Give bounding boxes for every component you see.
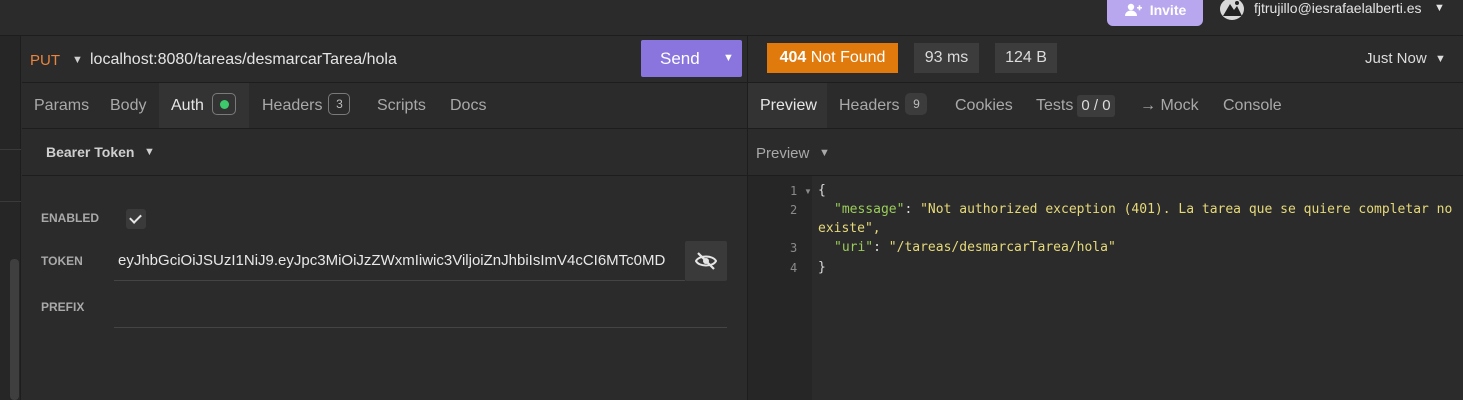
line-number: 2 (790, 203, 798, 217)
tab-response-headers[interactable]: Headers 9 (839, 83, 928, 128)
top-bar: Invite fjtrujillo@iesrafaelalberti.es ▼ (0, 0, 1463, 36)
url-bar: PUT ▼ localhost:8080/tareas/desmarcarTar… (22, 36, 747, 83)
tab-body[interactable]: Body (110, 83, 146, 128)
line-number: 1 (790, 184, 798, 198)
tests-badge: 0 / 0 (1077, 95, 1115, 117)
preview-mode-row: Preview ▼ (748, 129, 1463, 176)
tab-label: Console (1223, 97, 1282, 114)
tab-label: Params (34, 97, 90, 114)
code-line: } (818, 260, 826, 275)
response-status-bar: 404 Not Found 93 ms 124 B Just Now ▼ (748, 36, 1463, 83)
tab-label: Headers (839, 97, 900, 114)
url-input[interactable]: localhost:8080/tareas/desmarcarTarea/hol… (90, 51, 397, 69)
json-key: "message" (834, 202, 905, 217)
json-key: "uri" (834, 240, 874, 255)
preview-mode-selector[interactable]: Preview (756, 145, 809, 162)
enabled-label: ENABLED (41, 211, 100, 225)
auth-enabled-indicator (211, 93, 236, 115)
count-badge: 3 (328, 93, 351, 115)
send-label: Send (660, 49, 700, 68)
chevron-down-icon[interactable]: ▼ (1434, 2, 1445, 14)
chevron-down-icon[interactable]: ▼ (1435, 53, 1446, 65)
line-number: 3 (790, 241, 798, 255)
token-label: TOKEN (41, 254, 83, 268)
request-tabs: Params Body Auth Headers 3 Scripts Docs (22, 83, 747, 129)
chevron-down-icon[interactable]: ▼ (819, 147, 830, 159)
tab-params[interactable]: Params (34, 83, 89, 128)
fold-toggle-icon[interactable]: ▼ (804, 187, 812, 196)
auth-type-selector[interactable]: Bearer Token (46, 144, 134, 160)
json-value: "Not authorized exception (401). La tare… (920, 202, 1453, 217)
auth-type-row: Bearer Token ▼ (22, 129, 747, 176)
method-selector[interactable]: PUT (30, 52, 60, 69)
prefix-field[interactable] (114, 294, 727, 328)
tab-label: Headers (262, 97, 323, 114)
tab-console[interactable]: Console (1223, 83, 1282, 128)
sidebar-collapsed (0, 36, 21, 400)
tab-label: Scripts (377, 97, 426, 114)
tab-label: Auth (171, 97, 204, 114)
divider (0, 149, 21, 150)
json-value: "/tareas/desmarcarTarea/hola" (888, 240, 1116, 255)
status-text: Not Found (810, 49, 886, 66)
token-value: eyJhbGciOiJSUzI1NiJ9.eyJpc3MiOiJzZWxmIiw… (118, 252, 666, 269)
tab-docs[interactable]: Docs (450, 83, 486, 128)
divider (0, 201, 21, 202)
code-line: { (818, 183, 826, 198)
tab-label: Preview (760, 97, 817, 114)
line-number: 4 (790, 261, 798, 275)
tab-label: → Mock (1140, 97, 1199, 114)
scrollbar[interactable] (10, 259, 19, 400)
code-line: "message": "Not authorized exception (40… (834, 202, 1453, 217)
tab-auth[interactable]: Auth (159, 83, 249, 128)
tab-label: Docs (450, 97, 487, 114)
avatar[interactable] (1220, 0, 1244, 20)
tab-mock[interactable]: → Mock (1140, 83, 1199, 128)
tab-cookies[interactable]: Cookies (955, 83, 1013, 128)
history-selector[interactable]: Just Now (1365, 50, 1427, 67)
status-badge: 404 Not Found (767, 43, 898, 73)
prefix-label: PREFIX (41, 300, 85, 314)
response-tabs: Preview Headers 9 Cookies Tests 0 / 0 → Mo… (748, 83, 1463, 129)
request-panel: PUT ▼ localhost:8080/tareas/desmarcarTar… (22, 36, 747, 400)
code-line: "uri": "/tareas/desmarcarTarea/hola" (834, 240, 1116, 255)
add-user-icon (1124, 3, 1142, 16)
enabled-checkbox[interactable] (126, 209, 146, 229)
line-number-gutter (748, 176, 812, 400)
response-size-badge: 124 B (995, 43, 1057, 73)
chevron-down-icon[interactable]: ▼ (144, 146, 155, 158)
invite-button[interactable]: Invite (1107, 0, 1203, 26)
tab-tests[interactable]: Tests 0 / 0 (1036, 83, 1115, 128)
response-panel: 404 Not Found 93 ms 124 B Just Now ▼ Pre… (748, 36, 1463, 400)
count-badge: 9 (905, 93, 928, 115)
response-time-badge: 93 ms (914, 43, 979, 73)
chevron-down-icon[interactable]: ▼ (723, 52, 734, 64)
send-button[interactable]: Send ▼ (641, 40, 742, 77)
token-field[interactable]: eyJhbGciOiJSUzI1NiJ9.eyJpc3MiOiJzZWxmIiw… (114, 241, 685, 281)
tab-label: Cookies (955, 97, 1013, 114)
invite-label: Invite (1149, 2, 1187, 18)
code-line-wrap: existe", (818, 221, 881, 236)
tab-label: Tests (1036, 97, 1074, 114)
user-email[interactable]: fjtrujillo@iesrafaelalberti.es (1254, 0, 1422, 16)
tab-label: Body (110, 97, 147, 114)
chevron-down-icon[interactable]: ▼ (72, 54, 83, 66)
tab-preview[interactable]: Preview (748, 83, 827, 128)
tab-scripts[interactable]: Scripts (377, 83, 426, 128)
tab-headers[interactable]: Headers 3 (262, 83, 351, 128)
status-code: 404 (779, 49, 807, 66)
eye-off-icon[interactable] (685, 241, 727, 281)
